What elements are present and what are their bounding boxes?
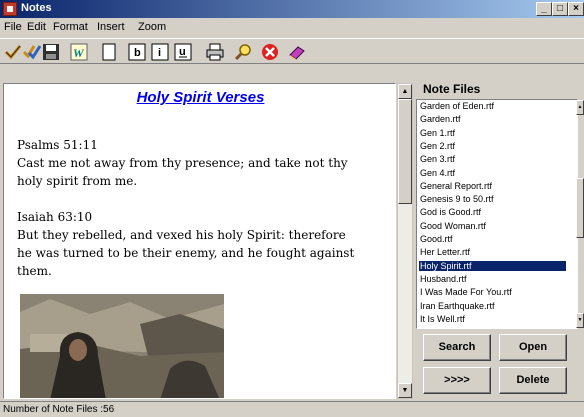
note-files-list[interactable]: Garden of Eden.rtf Garden.rtf Gen 1.rtf Gen… [416, 99, 578, 329]
note-file-item[interactable]: Genesis 9 to 50.rtf [419, 194, 566, 204]
check-icon[interactable] [4, 43, 22, 61]
double-check-icon[interactable] [23, 43, 41, 61]
note-file-item[interactable]: Garden of Eden.rtf [419, 101, 566, 111]
next-button[interactable]: >>>> [423, 367, 491, 394]
open-button[interactable]: Open [499, 334, 567, 361]
note-file-item[interactable]: Husband.rtf [419, 274, 566, 284]
book-icon[interactable] [288, 43, 306, 61]
print-icon[interactable] [206, 43, 224, 61]
status-text: Number of Note Files :56 [3, 404, 115, 415]
new-document-icon[interactable] [100, 43, 118, 61]
note-file-item[interactable]: Iran Earthquake.rtf [419, 301, 566, 311]
note-file-item[interactable]: I Was Made For You.rtf [419, 287, 566, 297]
note-file-item[interactable]: Gen 2.rtf [419, 141, 566, 151]
status-bar: Number of Note Files :56 [0, 401, 584, 417]
delete-button[interactable]: Delete [499, 367, 567, 394]
verse-line: them. [17, 264, 52, 278]
editor-scrollbar[interactable]: ▲ ▼ [397, 83, 413, 399]
window-title: Notes [21, 2, 52, 14]
embedded-photo [20, 294, 224, 398]
note-file-item[interactable]: Garden.rtf [419, 114, 566, 124]
verse-line: Isaiah 63:10 [17, 210, 93, 224]
document-title: Holy Spirit Verses [136, 89, 265, 106]
menu-file[interactable]: File [4, 21, 22, 33]
svg-text:u: u [179, 46, 186, 58]
find-icon[interactable] [234, 43, 252, 61]
note-file-item[interactable]: Good.rtf [419, 234, 566, 244]
search-button[interactable]: Search [423, 334, 491, 361]
note-files-title: Note Files [423, 82, 481, 96]
scroll-up-icon[interactable]: ▲ [398, 84, 412, 99]
svg-text:W: W [73, 46, 85, 60]
note-file-item[interactable]: Gen 3.rtf [419, 154, 566, 164]
note-file-item[interactable]: Gen 4.rtf [419, 168, 566, 178]
notes-window: Notes _ □ × File Edit Format Insert Zoom… [0, 0, 584, 417]
minimize-button[interactable]: _ [536, 2, 552, 16]
verse-line: he was turned to be their enemy, and he … [17, 246, 355, 260]
wordpad-icon[interactable]: W [70, 43, 88, 61]
list-scroll-up-icon[interactable]: ▲ [576, 100, 584, 115]
save-icon[interactable] [42, 43, 60, 61]
note-file-item[interactable]: It Is Well.rtf [419, 314, 566, 324]
menu-bar: File Edit Format Insert Zoom [0, 18, 584, 37]
list-scroll-thumb[interactable] [576, 178, 584, 238]
note-file-item[interactable]: Her Letter.rtf [419, 247, 566, 257]
toolbar: W b i u [0, 38, 584, 64]
menu-edit[interactable]: Edit [27, 21, 46, 33]
menu-insert[interactable]: Insert [97, 21, 125, 33]
document-editor[interactable]: Holy Spirit Verses Psalms 51:11 Cast me … [3, 83, 396, 399]
close-button[interactable]: × [568, 2, 584, 16]
note-file-item[interactable]: Holy Spirit.rtf [419, 260, 566, 271]
scroll-thumb[interactable] [398, 99, 412, 204]
italic-icon[interactable]: i [151, 43, 169, 61]
note-file-item[interactable]: Gen 1.rtf [419, 128, 566, 138]
cancel-icon[interactable] [261, 43, 279, 61]
svg-text:b: b [134, 47, 141, 59]
notes-app-icon [3, 2, 17, 16]
list-scroll-down-icon[interactable]: ▼ [576, 313, 584, 328]
svg-text:i: i [158, 47, 161, 59]
underline-icon[interactable]: u [174, 43, 192, 61]
verse-line: Psalms 51:11 [17, 138, 98, 152]
verse-line: But they rebelled, and vexed his holy Sp… [17, 228, 346, 242]
list-scrollbar[interactable]: ▲ ▼ [576, 100, 584, 328]
verse-line: Cast me not away from thy presence; and … [17, 156, 348, 170]
bold-icon[interactable]: b [128, 43, 146, 61]
scroll-down-icon[interactable]: ▼ [398, 383, 412, 398]
maximize-button[interactable]: □ [552, 2, 568, 16]
menu-zoom[interactable]: Zoom [138, 21, 166, 33]
title-bar: Notes _ □ × [0, 0, 584, 18]
note-file-item[interactable]: God is Good.rtf [419, 207, 566, 217]
verse-line: holy spirit from me. [17, 174, 138, 188]
note-file-item[interactable]: Good Woman.rtf [419, 221, 566, 231]
note-file-item[interactable]: General Report.rtf [419, 181, 566, 191]
menu-format[interactable]: Format [53, 21, 88, 33]
